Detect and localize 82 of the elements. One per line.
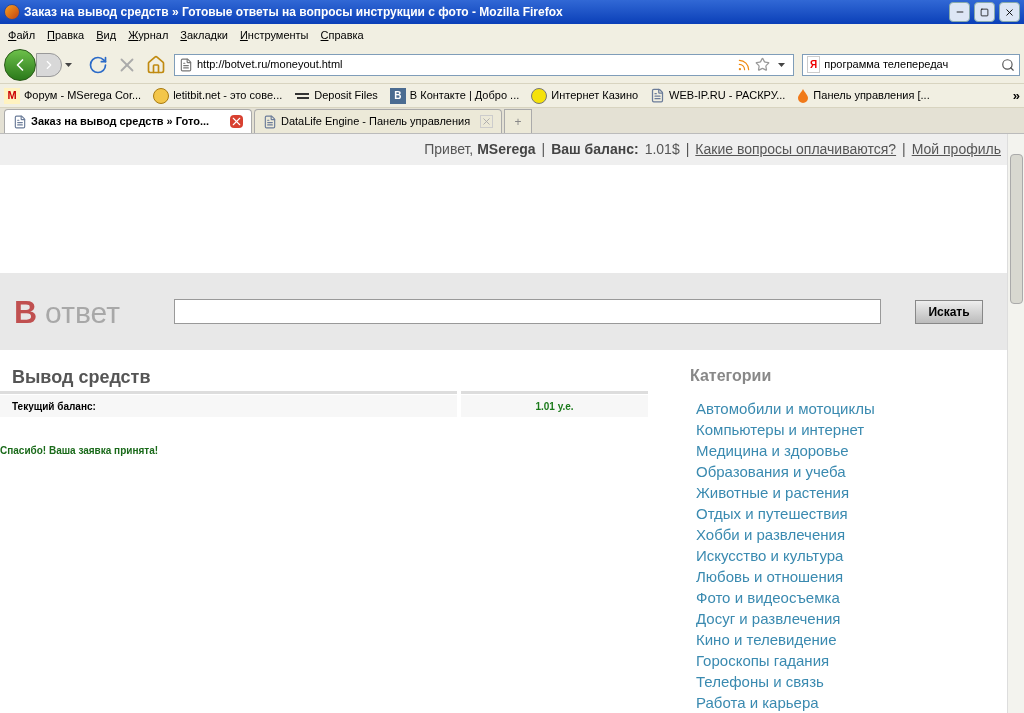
bookmark[interactable]: Панель управления [... [797,87,930,104]
coin-icon [531,87,548,104]
search-field[interactable]: Я программа телепередач [802,53,1020,76]
back-button[interactable] [4,48,36,81]
category-link[interactable]: Искусство и культура [690,545,875,566]
balance-value: 1.01$ [644,140,680,160]
menu-item[interactable]: Закладки [176,26,232,44]
bookmark[interactable]: WEB-IP.RU - РАСКРУ... [650,87,786,104]
address-field[interactable]: http://botvet.ru/moneyout.html [174,53,794,76]
maximize-icon [980,7,989,17]
category-link[interactable]: Отдых и путешествия [690,503,875,524]
tab-label: DataLife Engine - Панель управления [281,114,472,130]
menu-item[interactable]: Инструменты [235,26,313,44]
minimize-button[interactable] [949,2,970,22]
category-link[interactable]: Медицина и здоровье [690,440,875,461]
scrollbar-thumb[interactable] [1009,154,1023,304]
search-text: программа телепередач [824,57,950,73]
table-cell: 1.01 у.е. [461,395,648,417]
star-icon[interactable] [755,57,770,72]
stripes-icon [294,90,311,101]
window-title: Заказ на вывод средств » Готовые ответы на вопросы инструкции с фото - Mozilla Firefox [24,4,564,21]
category-link[interactable]: Хобби и развлечения [690,524,875,545]
reload-icon[interactable] [88,54,108,75]
search-engine-icon[interactable]: Я [807,56,821,73]
page-icon [179,57,193,72]
separator: | [902,140,906,160]
maximize-button[interactable] [974,2,995,22]
menu-item[interactable]: Журнал [124,26,173,44]
category-link[interactable]: Досуг и развлечения [690,608,875,629]
category-link[interactable]: Образования и учеба [690,461,875,482]
search-icon[interactable] [1001,57,1015,72]
category-link[interactable]: Автомобили и мотоциклы [690,398,875,419]
address-text: http://botvet.ru/moneyout.html [197,57,344,73]
more-bookmarks-button[interactable]: » [1012,85,1020,106]
letter-b-icon: B [389,87,406,104]
greeting-text: Привет, MSerega [424,140,536,160]
category-link[interactable]: Кино и телевидение [690,629,875,650]
menu-item[interactable]: Правка [43,26,89,44]
menu-item[interactable]: Файл [4,26,40,44]
bookmark[interactable]: M Форум - MSerega Cor... [4,87,142,104]
table-cell: Текущий баланс: [0,395,457,417]
success-message: Спасибо! Ваша заявка принята! [0,444,160,458]
page-icon [650,88,666,103]
close-icon [1004,6,1015,18]
paid-questions-link[interactable]: Какие вопросы оплачиваются? [695,139,897,161]
logo-word: ответ [45,294,120,331]
categories-title: Категории [690,366,773,386]
bookmark[interactable]: Deposit Files [294,87,378,104]
balance-label: Ваш баланс: [551,140,639,160]
category-link[interactable]: Животные и растения [690,482,875,503]
bookmark[interactable]: letitbit.net - это сове... [153,87,283,104]
dropdown-caret-icon[interactable] [65,62,72,67]
page-icon [13,114,27,129]
separator: | [685,140,690,160]
tab-label: Заказ на вывод средств » Гото... [31,114,211,130]
close-tab-icon[interactable] [230,115,243,128]
menu-item[interactable]: Справка [316,26,368,44]
category-link[interactable]: Телефоны и связь [690,671,875,692]
bookmark[interactable]: B В Контакте | Добро ... [389,87,520,104]
section-title: Вывод средств [11,366,152,389]
search-button[interactable]: Искать [915,299,983,324]
tab[interactable]: Заказ на вывод средств » Гото... [4,109,252,133]
profile-link[interactable]: Мой профиль [911,139,1001,161]
category-link[interactable]: Гороскопы гадания [690,650,875,671]
logo-letter: В [14,292,38,332]
separator: | [541,140,546,160]
flame-icon [797,87,810,104]
dropdown-caret-icon[interactable] [778,62,785,67]
home-icon[interactable] [146,54,166,75]
letter-m-icon: M [4,87,20,104]
page-icon [263,114,277,129]
category-link[interactable]: Работа и карьера [690,692,875,713]
bookmark[interactable]: Интернет Казино [531,87,639,104]
category-link[interactable]: Фото и видеосъемка [690,587,875,608]
category-link[interactable]: Компьютеры и интернет [690,419,875,440]
menu-item[interactable]: Вид [92,26,121,44]
scrollbar[interactable] [1007,134,1024,713]
close-button[interactable] [999,2,1020,22]
search-input[interactable] [174,299,881,325]
tab[interactable]: DataLife Engine - Панель управления [254,109,502,133]
category-link[interactable]: Любовь и отношения [690,566,875,587]
rss-icon[interactable] [737,57,751,72]
